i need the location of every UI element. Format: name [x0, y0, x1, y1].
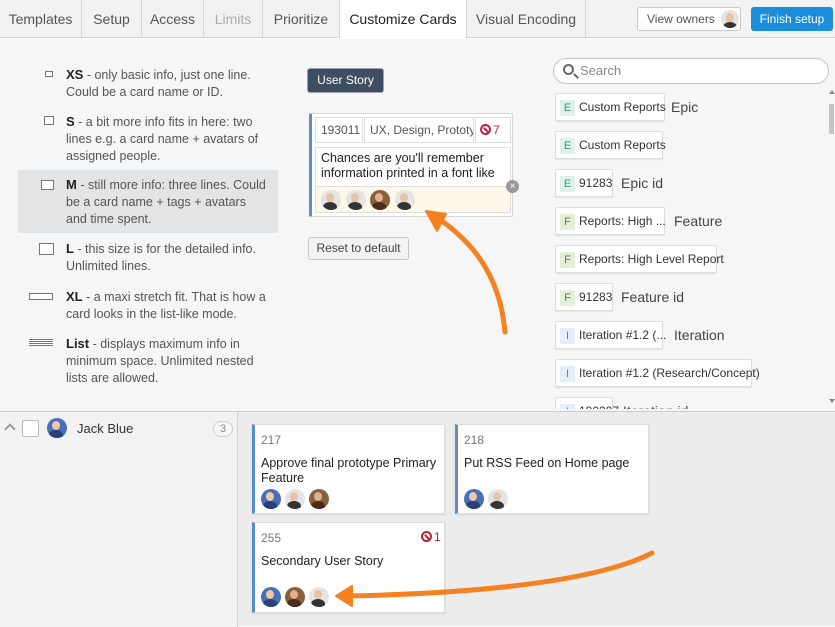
arrow-to-card	[335, 550, 655, 607]
arrow-to-preview	[425, 210, 508, 335]
annotation-arrows	[335, 210, 655, 607]
